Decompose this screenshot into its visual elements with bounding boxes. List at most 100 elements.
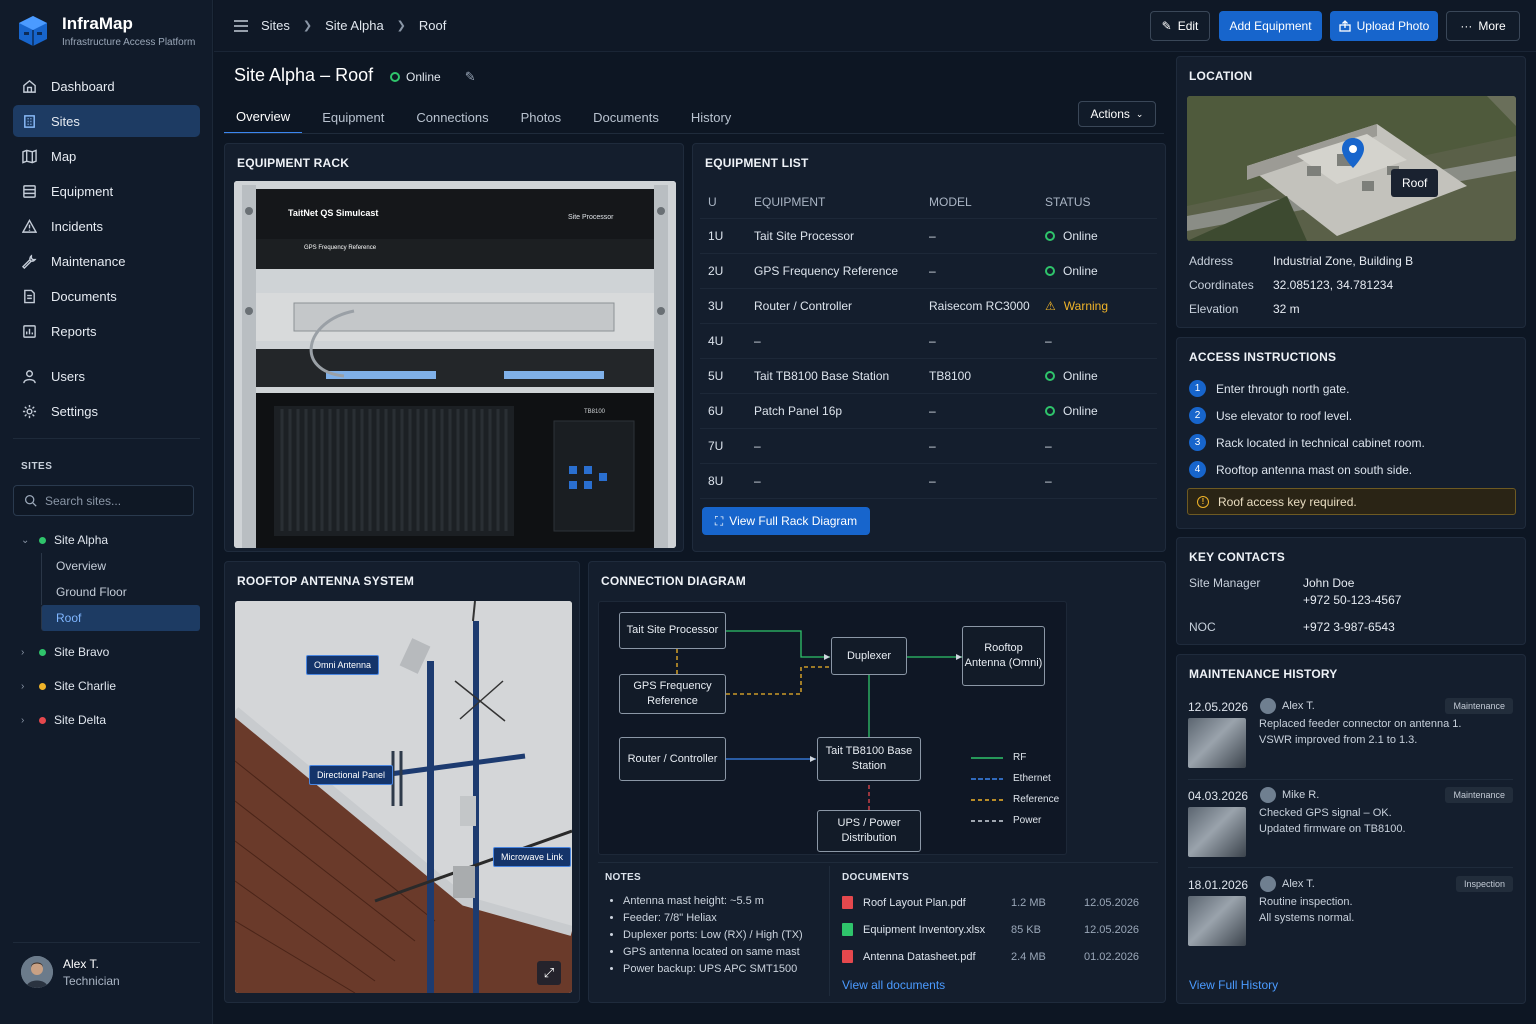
access-step: 1 Enter through north gate. <box>1189 380 1349 397</box>
site-bravo[interactable]: › Site Bravo <box>13 639 200 665</box>
node-base-station[interactable]: Tait TB8100 Base Station <box>817 737 921 781</box>
document-row[interactable]: Equipment Inventory.xlsx 85 KB 12.05.202… <box>842 923 1142 936</box>
more-button[interactable]: ··· More <box>1446 11 1520 41</box>
entry-thumbnail[interactable] <box>1188 807 1246 857</box>
tab-photos[interactable]: Photos <box>509 100 573 134</box>
upload-icon <box>1338 20 1351 32</box>
cell-u: 5U <box>700 358 754 394</box>
tabs-divider <box>224 133 1164 134</box>
entry-author: Alex T. <box>1260 698 1315 714</box>
step-number: 2 <box>1189 407 1206 424</box>
node-duplexer[interactable]: Duplexer <box>831 637 907 675</box>
table-row[interactable]: 6U Patch Panel 16p – Online <box>700 393 1157 429</box>
view-rack-diagram-button[interactable]: ⛶ View Full Rack Diagram <box>702 507 870 535</box>
node-site-processor[interactable]: Tait Site Processor <box>619 612 726 649</box>
nav-sites[interactable]: Sites <box>13 105 200 137</box>
add-equipment-button[interactable]: Add Equipment <box>1219 11 1322 41</box>
cell-text: – <box>929 438 936 453</box>
site-alpha-roof[interactable]: Roof <box>41 605 200 631</box>
site-delta[interactable]: › Site Delta <box>13 707 200 733</box>
node-rooftop-antenna[interactable]: Rooftop Antenna (Omni) <box>962 626 1045 686</box>
document-name: Roof Layout Plan.pdf <box>863 896 966 909</box>
view-full-history-link[interactable]: View Full History <box>1189 978 1278 992</box>
nav-map[interactable]: Map <box>13 140 200 172</box>
breadcrumb-site-alpha[interactable]: Site Alpha <box>325 18 384 33</box>
site-alpha-ground-floor[interactable]: Ground Floor <box>41 579 200 605</box>
status-cell: – <box>1045 334 1157 348</box>
nav-users[interactable]: Users <box>13 360 200 392</box>
nav-documents[interactable]: Documents <box>13 280 200 312</box>
noc-phone[interactable]: +972 3-987-6543 <box>1303 620 1395 634</box>
entry-line: VSWR improved from 2.1 to 1.3. <box>1259 734 1418 746</box>
chevron-right-icon[interactable]: › <box>21 681 35 692</box>
node-gps-reference[interactable]: GPS Frequency Reference <box>619 674 726 714</box>
nav-settings[interactable]: Settings <box>13 395 200 427</box>
actions-dropdown[interactable]: Actions ⌄ <box>1078 101 1156 127</box>
maintenance-entry[interactable]: 18.01.2026 Alex T. Inspection Routine in… <box>1188 876 1513 958</box>
tab-history[interactable]: History <box>679 100 743 134</box>
maintenance-entry[interactable]: 04.03.2026 Mike R. Maintenance Checked G… <box>1188 787 1513 869</box>
table-row[interactable]: 4U – – – <box>700 323 1157 359</box>
view-all-documents-link[interactable]: View all documents <box>842 978 945 992</box>
page-title: Site Alpha – Roof <box>234 65 374 85</box>
site-manager-phone[interactable]: +972 50-123-4567 <box>1303 593 1401 607</box>
table-row[interactable]: 3U Router / Controller Raisecom RC3000 ⚠ War… <box>700 288 1157 324</box>
location-map[interactable]: Roof <box>1187 96 1516 241</box>
menu-icon[interactable] <box>234 19 248 32</box>
status-text: – <box>1045 438 1052 453</box>
fullscreen-icon[interactable]: ⤢ <box>537 961 561 985</box>
breadcrumb-sites[interactable]: Sites <box>261 18 290 33</box>
nav-incidents[interactable]: Incidents <box>13 210 200 242</box>
table-row[interactable]: 5U Tait TB8100 Base Station TB8100 Online <box>700 358 1157 394</box>
node-router-controller[interactable]: Router / Controller <box>619 737 726 781</box>
add-equipment-label: Add Equipment <box>1229 19 1312 33</box>
directional-panel-tag: Directional Panel <box>309 765 394 785</box>
brand[interactable]: InfraMap Infrastructure Access Platform <box>16 14 195 48</box>
document-row[interactable]: Roof Layout Plan.pdf 1.2 MB 12.05.2026 <box>842 896 1142 909</box>
site-search-input[interactable] <box>45 493 185 508</box>
note-item: GPS antenna located on same mast <box>623 946 803 958</box>
site-name: Site Delta <box>54 713 107 727</box>
edit-title-pencil-icon[interactable]: ✎ <box>465 69 476 85</box>
upload-photo-button[interactable]: Upload Photo <box>1330 11 1438 41</box>
maintenance-entry[interactable]: 12.05.2026 Alex T. Maintenance Replaced … <box>1188 698 1513 780</box>
table-row[interactable]: 1U Tait Site Processor – Online <box>700 218 1157 254</box>
nav-equipment[interactable]: Equipment <box>13 175 200 207</box>
document-date: 12.05.2026 <box>1084 923 1140 936</box>
table-row[interactable]: 7U – – – <box>700 428 1157 464</box>
rack-photo[interactable]: TaitNet QS Simulcast Site Processor GPS … <box>234 181 676 548</box>
entry-thumbnail[interactable] <box>1188 896 1246 946</box>
site-charlie[interactable]: › Site Charlie <box>13 673 200 699</box>
step-number: 3 <box>1189 434 1206 451</box>
status-cell: – <box>1045 439 1157 453</box>
site-alpha-overview[interactable]: Overview <box>41 553 200 579</box>
node-ups-power[interactable]: UPS / Power Distribution <box>817 810 921 852</box>
chevron-right-icon[interactable]: › <box>21 715 35 726</box>
status-text: Online <box>1063 368 1098 383</box>
chevron-down-icon[interactable]: ⌄ <box>21 535 35 546</box>
user-profile[interactable]: Alex T. Technician <box>21 956 120 988</box>
table-row[interactable]: 8U – – – <box>700 463 1157 499</box>
cell-status: Online <box>1045 358 1157 394</box>
tab-documents[interactable]: Documents <box>581 100 671 134</box>
edit-button[interactable]: ✎ Edit <box>1150 11 1210 41</box>
entry-thumbnail[interactable] <box>1188 718 1246 768</box>
legend-label: Reference <box>1013 794 1060 805</box>
author-name: Alex T. <box>1282 878 1315 890</box>
card-title: CONNECTION DIAGRAM <box>601 574 746 588</box>
antenna-photo[interactable]: Omni Antenna Directional Panel Microwave… <box>235 601 572 993</box>
table-row[interactable]: 2U GPS Frequency Reference – Online <box>700 253 1157 289</box>
nav-dashboard[interactable]: Dashboard <box>13 70 200 102</box>
cell-u: 6U <box>700 393 754 429</box>
chevron-right-icon[interactable]: › <box>21 647 35 658</box>
nav-maintenance[interactable]: Maintenance <box>13 245 200 277</box>
site-alpha[interactable]: ⌄ Site Alpha <box>13 527 200 553</box>
nav-label: Maintenance <box>51 253 126 269</box>
tab-equipment[interactable]: Equipment <box>310 100 396 134</box>
tab-overview[interactable]: Overview <box>224 100 303 134</box>
nav-reports[interactable]: Reports <box>13 315 200 347</box>
tab-connections[interactable]: Connections <box>404 100 500 134</box>
site-tree: ⌄ Site Alpha Overview Ground Floor Roof … <box>13 527 200 733</box>
col-equipment: EQUIPMENT <box>754 186 929 219</box>
document-row[interactable]: Antenna Datasheet.pdf 2.4 MB 01.02.2026 <box>842 950 1142 963</box>
